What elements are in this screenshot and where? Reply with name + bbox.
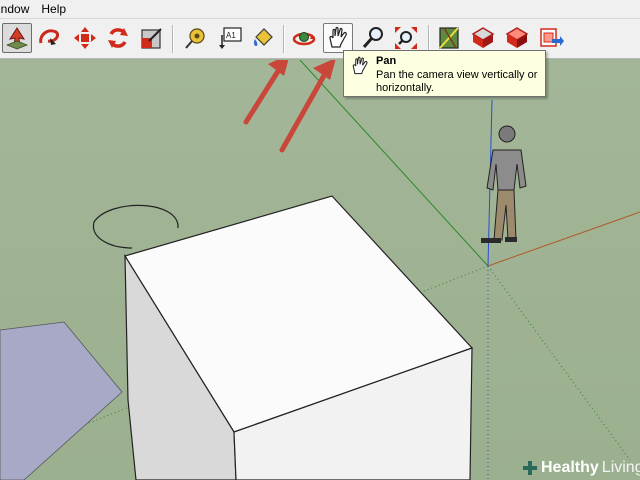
tape-measure-icon [185, 28, 205, 49]
orbit-tool-button[interactable] [289, 23, 319, 53]
lasso-icon [39, 29, 60, 45]
menu-help[interactable]: Help [35, 0, 72, 19]
text-tool-button[interactable]: A1 [215, 23, 245, 53]
menu-bar: indow Help [0, 0, 640, 19]
tape-measure-tool-button[interactable] [181, 23, 211, 53]
toolbar-separator [172, 25, 174, 53]
model-viewport[interactable] [0, 60, 640, 480]
lasso-tool-button[interactable] [34, 23, 64, 53]
get-models-icon [471, 27, 495, 48]
share-model-icon [505, 27, 529, 48]
zoom-icon [362, 27, 383, 48]
select-arrow-icon [5, 27, 29, 50]
move-tool-button[interactable] [70, 23, 100, 53]
text-tool-label: A1 [226, 31, 236, 40]
warehouse-icon [540, 28, 564, 47]
zoom-extents-tool-button[interactable] [391, 23, 421, 53]
scene-canvas [0, 60, 640, 480]
scale-icon [141, 28, 162, 49]
previous-view-icon [439, 27, 459, 49]
menu-window[interactable]: indow [0, 0, 35, 19]
paint-bucket-icon [253, 28, 273, 46]
rotate-icon [108, 28, 128, 48]
select-tool-button[interactable] [2, 23, 32, 53]
zoom-tool-button[interactable] [359, 23, 389, 53]
paint-bucket-tool-button[interactable] [248, 23, 278, 53]
rotate-tool-button[interactable] [103, 23, 133, 53]
previous-view-tool-button[interactable] [434, 23, 464, 53]
text-tag-icon: A1 [219, 27, 242, 49]
toolbar-separator [428, 25, 430, 53]
pan-tool-button[interactable] [323, 23, 353, 53]
warehouse-tool-button[interactable] [536, 23, 566, 53]
pan-hand-icon [352, 56, 368, 75]
tooltip-title: Pan [376, 55, 397, 67]
get-models-tool-button[interactable] [468, 23, 498, 53]
scale-tool-button[interactable] [137, 23, 167, 53]
move-arrows-icon [74, 27, 96, 49]
watermark-brand-suffix: Living [601, 459, 640, 476]
plus-leaf-icon [523, 461, 537, 475]
share-model-tool-button[interactable] [502, 23, 532, 53]
zoom-extents-icon [395, 27, 417, 49]
watermark-brand: Healthy [541, 459, 599, 476]
tooltip-description: Pan the camera view vertically or horizo… [376, 69, 538, 94]
healthy-living-watermark: Healthy Living [522, 457, 640, 479]
toolbar-separator [283, 25, 285, 53]
pan-tooltip: Pan Pan the camera view vertically or ho… [343, 50, 546, 97]
orbit-icon [292, 32, 316, 46]
pan-hand-icon [329, 26, 347, 48]
